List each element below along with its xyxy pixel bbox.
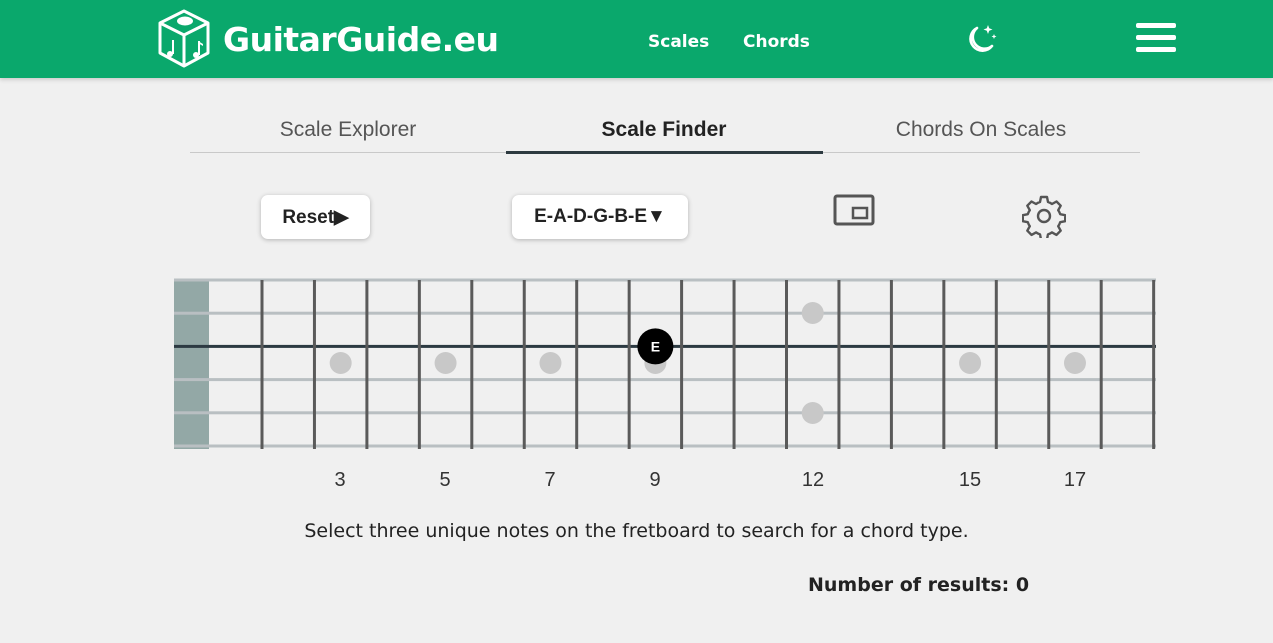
fret-number: 7 <box>544 469 556 491</box>
fret-wire <box>1047 280 1051 449</box>
fret-number: 12 <box>801 469 825 491</box>
guitar-string <box>174 278 1156 282</box>
brand-name[interactable]: GuitarGuide.eu <box>223 18 499 62</box>
fret-number: 17 <box>1063 469 1087 491</box>
fret-wire <box>837 280 841 449</box>
reset-button[interactable]: Reset▶ <box>261 195 370 239</box>
fretboard-svg[interactable]: E <box>174 277 1156 449</box>
inlay-dot <box>801 402 824 424</box>
fret-wire <box>732 280 736 449</box>
tab-chords-on-scales[interactable]: Chords On Scales <box>823 118 1139 142</box>
menu-bar <box>1136 35 1176 40</box>
menu-bar <box>1136 23 1176 28</box>
fret-wire <box>627 280 631 449</box>
instruction-text: Select three unique notes on the fretboa… <box>304 520 969 542</box>
active-tab-indicator <box>506 151 823 154</box>
inlay-dot <box>329 352 352 374</box>
results-label: Number of results: <box>808 574 1016 596</box>
nut <box>174 280 209 449</box>
tab-scale-finder[interactable]: Scale Finder <box>506 118 822 142</box>
fret-wire <box>312 280 316 449</box>
fret-wire <box>994 280 998 449</box>
inlay-dot <box>434 352 457 374</box>
fret-wire <box>1152 280 1156 449</box>
fret-wire <box>260 280 264 449</box>
inlay-dot <box>1063 352 1086 374</box>
guitar-string <box>174 444 1156 448</box>
fretboard[interactable]: E <box>174 277 1156 449</box>
inlay-dot <box>959 352 982 374</box>
fret-wire <box>1099 280 1103 449</box>
fret-wire <box>522 280 526 449</box>
inlay-dot <box>539 352 562 374</box>
fret-number: 15 <box>958 469 982 491</box>
fret-wire <box>889 280 893 449</box>
guitar-string <box>174 378 1156 382</box>
picture-in-picture-icon[interactable] <box>833 193 875 229</box>
fret-wire <box>470 280 474 449</box>
hamburger-menu-icon[interactable] <box>1136 23 1176 55</box>
music-dice-icon[interactable] <box>156 8 212 70</box>
fret-wire <box>575 280 579 449</box>
gear-icon[interactable] <box>1022 194 1066 238</box>
fret-wire <box>680 280 684 449</box>
fret-number: 5 <box>439 469 451 491</box>
fret-number: 9 <box>649 469 661 491</box>
results-value: 0 <box>1015 574 1030 596</box>
top-header: GuitarGuide.eu Scales Chords <box>0 0 1273 78</box>
nav-chords-link[interactable]: Chords <box>743 31 810 53</box>
tuning-dropdown[interactable]: E-A-D-G-B-E▼ <box>512 195 688 239</box>
selected-note-label: E <box>651 338 660 354</box>
moon-stars-icon[interactable] <box>962 22 998 56</box>
tab-scale-explorer[interactable]: Scale Explorer <box>190 118 506 142</box>
guitar-string <box>174 311 1156 315</box>
guitar-string <box>174 411 1156 415</box>
fret-wire <box>785 280 788 449</box>
fret-wire <box>942 280 946 449</box>
menu-bar <box>1136 47 1176 52</box>
fret-wire <box>365 280 369 449</box>
inlay-dot <box>801 302 824 324</box>
nav-scales-link[interactable]: Scales <box>648 31 709 53</box>
fret-wire <box>417 280 421 449</box>
results-count: Number of results: 0 <box>808 572 1029 598</box>
fret-number: 3 <box>334 469 346 491</box>
